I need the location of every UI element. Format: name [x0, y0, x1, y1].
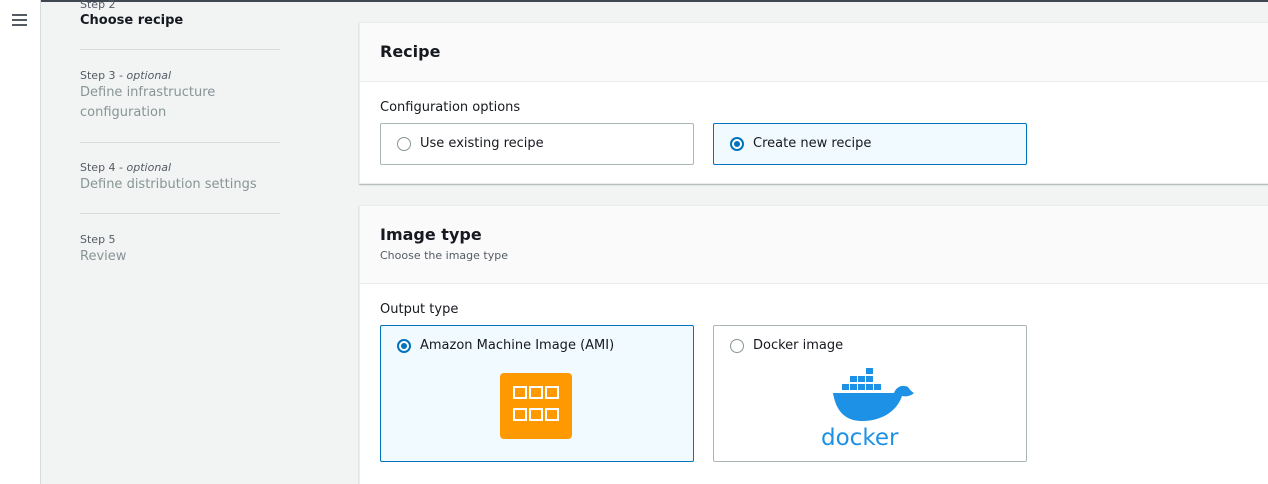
ami-option[interactable]: Amazon Machine Image (AMI) [380, 325, 694, 462]
option-label: Amazon Machine Image (AMI) [420, 338, 615, 353]
option-label: Create new recipe [753, 136, 872, 151]
docker-wordmark: docker [821, 425, 899, 448]
panel-title: Image type [380, 225, 482, 244]
hamburger-menu-icon[interactable] [12, 14, 27, 27]
panel-title: Recipe [380, 42, 441, 61]
step-4[interactable]: Step 4 - optional Define distribution se… [80, 161, 280, 195]
docker-option[interactable]: Docker image docker [713, 325, 1027, 462]
use-existing-recipe-radio[interactable] [397, 137, 411, 151]
recipe-panel: Recipe Configuration options Use existin… [359, 22, 1268, 184]
nav-rail [0, 0, 41, 484]
step-title: Define infrastructure configuration [80, 85, 216, 120]
step-2[interactable]: Step 2 Choose recipe [80, 0, 280, 31]
option-label: Docker image [753, 338, 844, 353]
output-type-label: Output type [380, 302, 459, 317]
step-number: Step 3 - optional [80, 69, 172, 82]
create-new-recipe-option[interactable]: Create new recipe [713, 123, 1027, 165]
recipe-panel-header: Recipe [360, 23, 1268, 82]
step-number: Step 4 - optional [80, 161, 172, 174]
step-number: Step 2 [80, 0, 116, 11]
option-label: Use existing recipe [420, 136, 544, 151]
use-existing-recipe-option[interactable]: Use existing recipe [380, 123, 694, 165]
step-divider [80, 49, 280, 50]
step-number: Step 5 [80, 233, 116, 246]
step-divider [80, 142, 280, 143]
step-title: Choose recipe [80, 13, 184, 28]
step-divider [80, 213, 280, 214]
ami-icon [500, 373, 572, 439]
docker-radio[interactable] [730, 339, 744, 353]
panel-description: Choose the image type [380, 249, 508, 262]
image-type-panel-header: Image type Choose the image type [360, 206, 1268, 284]
step-3[interactable]: Step 3 - optional Define infrastructure … [80, 69, 280, 123]
image-type-panel: Image type Choose the image type Output … [359, 205, 1268, 484]
step-title: Review [80, 249, 127, 264]
step-title: Define distribution settings [80, 177, 257, 192]
create-new-recipe-radio[interactable] [730, 137, 744, 151]
step-5[interactable]: Step 5 Review [80, 233, 280, 267]
ami-radio[interactable] [397, 339, 411, 353]
configuration-options-label: Configuration options [380, 100, 521, 115]
docker-logo: docker [818, 366, 922, 452]
